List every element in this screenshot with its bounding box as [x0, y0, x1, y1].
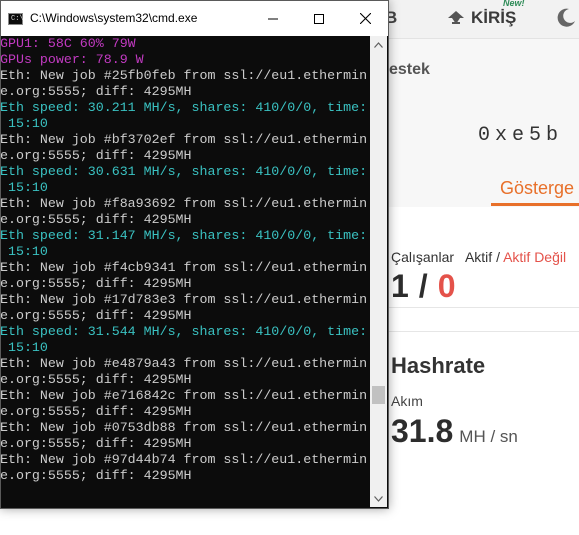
minimize-button[interactable] [250, 1, 296, 36]
maximize-button[interactable] [296, 1, 342, 36]
workers-separator: / [496, 249, 500, 265]
login-icon [448, 11, 464, 24]
hashrate-unit: MH / sn [459, 427, 518, 446]
console-line: Eth: New job #f8a93692 from ssl://eu1.et… [1, 196, 368, 211]
console-line: e.org:5555; diff: 4295MH [1, 372, 192, 387]
window-title: C:\Windows\system32\cmd.exe [30, 11, 198, 25]
console-line: 15:10 [1, 340, 48, 355]
login-label: KİRİŞ [471, 8, 517, 27]
console-line: Eth: New job #e4879a43 from ssl://eu1.et… [1, 356, 368, 371]
chevron-down-icon [374, 495, 383, 502]
workers-label: Çalışanlar Aktif / Aktif Değil [391, 249, 566, 265]
moon-icon[interactable] [555, 6, 577, 28]
console-line: Eth: New job #0753db88 from ssl://eu1.et… [1, 420, 368, 435]
wallet-address: 0xe5b [478, 124, 564, 147]
hashrate-current-value: 31.8 MH / sn [391, 413, 518, 450]
workers-title: Çalışanlar [391, 249, 455, 265]
console-line: e.org:5555; diff: 4295MH [1, 308, 192, 323]
cmd-icon-label: C:\ [11, 15, 24, 23]
console-line: Eth speed: 30.631 MH/s, shares: 410/0/0,… [1, 164, 368, 179]
console-line: Eth speed: 30.211 MH/s, shares: 410/0/0,… [1, 100, 368, 115]
new-badge: New! [503, 0, 525, 8]
console-line: e.org:5555; diff: 4295MH [1, 404, 192, 419]
console-line: 15:10 [1, 180, 48, 195]
console-line: Eth: New job #25fb0feb from ssl://eu1.et… [1, 68, 368, 83]
workers-active-label: Aktif [464, 249, 493, 265]
hashrate-number: 31.8 [391, 413, 454, 449]
console-line: e.org:5555; diff: 4295MH [1, 436, 192, 451]
console-line: Eth: New job #bf3702ef from ssl://eu1.et… [1, 132, 368, 147]
workers-inactive-count: 0 [437, 268, 456, 304]
console-line: 15:10 [1, 244, 48, 259]
workers-inactive-label: Aktif Değil [503, 249, 567, 265]
console-line: GPUs power: 78.9 W [1, 52, 144, 67]
console-line: e.org:5555; diff: 4295MH [1, 468, 192, 483]
hashrate-current-label: Akım [391, 393, 423, 409]
active-tab-indicator [491, 203, 579, 206]
close-icon [359, 13, 371, 24]
vertical-scrollbar[interactable] [370, 36, 387, 507]
scrollbar-thumb[interactable] [372, 386, 385, 404]
console-line: Eth: New job #f4cb9341 from ssl://eu1.et… [1, 260, 368, 275]
close-button[interactable] [342, 1, 388, 36]
scroll-down-button[interactable] [370, 490, 387, 507]
console-line: Eth speed: 31.544 MH/s, shares: 410/0/0,… [1, 324, 368, 339]
chevron-up-icon [374, 41, 383, 48]
console-line: e.org:5555; diff: 4295MH [1, 84, 192, 99]
minimize-icon [268, 18, 278, 19]
maximize-icon [314, 13, 324, 24]
scroll-up-button[interactable] [370, 36, 387, 53]
console-line: e.org:5555; diff: 4295MH [1, 276, 192, 291]
cmd-window[interactable]: C:\ C:\Windows\system32\cmd.exe GPU1: 58… [0, 0, 389, 509]
console-line: e.org:5555; diff: 4295MH [1, 148, 192, 163]
workers-count: 1/0 [391, 268, 455, 305]
cmd-icon[interactable]: C:\ [8, 13, 24, 25]
divider [381, 307, 579, 308]
tab-dashboard[interactable]: Gösterge [500, 178, 574, 199]
hashrate-title: Hashrate [391, 353, 486, 378]
divider [381, 331, 579, 332]
console-line: e.org:5555; diff: 4295MH [1, 212, 192, 227]
console-line: Eth: New job #17d783e3 from ssl://eu1.et… [1, 292, 368, 307]
console-line: GPU1: 58C 60% 79W [1, 36, 136, 51]
console-line: Eth: New job #e716842c from ssl://eu1.et… [1, 388, 368, 403]
console-line: Eth speed: 31.147 MH/s, shares: 410/0/0,… [1, 228, 368, 243]
console-line: Eth: New job #97d44b74 from ssl://eu1.et… [1, 452, 368, 467]
console-line: 15:10 [1, 116, 48, 131]
title-bar[interactable]: C:\ C:\Windows\system32\cmd.exe [1, 1, 388, 36]
workers-count-slash: / [418, 268, 428, 304]
request-heading: estek [389, 61, 430, 78]
workers-active-count: 1 [391, 268, 409, 304]
login-link[interactable]: KİRİŞ [446, 8, 516, 28]
console-output[interactable]: GPU1: 58C 60% 79W GPUs power: 78.9 W Eth: … [1, 36, 370, 507]
